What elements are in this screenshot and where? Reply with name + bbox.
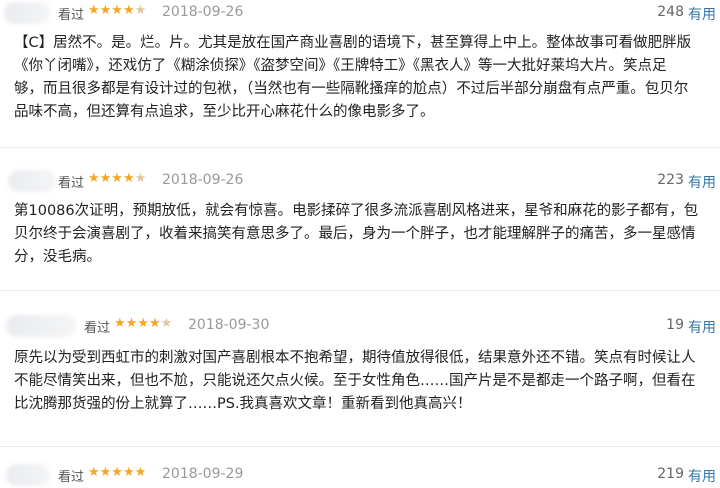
rating-stars: ★★★★★ [88, 465, 147, 480]
seen-label: 看过 [58, 176, 85, 191]
review-date: 2018-09-26 [162, 4, 244, 20]
avatar [8, 170, 56, 192]
review-text: 第10086次证明，预期放低，就会有惊喜。电影揉碎了很多流派喜剧风格进来，星爷和… [14, 203, 699, 265]
seen-label: 看过 [84, 321, 111, 336]
useful-button[interactable]: 有用 [688, 317, 716, 337]
divider [0, 446, 720, 447]
useful-button[interactable]: 有用 [688, 172, 716, 192]
review-date: 2018-09-30 [188, 317, 270, 333]
review-header: 看过 ★★★★★ 2018-09-26 248 有用 [0, 0, 720, 26]
review-header: 看过 ★★★★★ 2018-09-30 19 有用 [0, 313, 720, 339]
useful-button[interactable]: 有用 [688, 466, 716, 486]
seen-label: 看过 [58, 8, 85, 23]
divider [0, 147, 720, 148]
avatar [6, 315, 76, 337]
avatar [4, 2, 50, 24]
divider [0, 290, 720, 291]
review-text: 【C】居然不。是。烂。片。尤其是放在国产商业喜剧的语境下，甚至算得上中上。整体故… [14, 35, 692, 120]
seen-label: 看过 [58, 470, 85, 485]
review-header: 看过 ★★★★★ 2018-09-29 219 有用 [0, 462, 720, 488]
review-text: 原先以为受到西虹市的刺激对国产喜剧根本不抱希望，期待值放得很低，结果意外还不错。… [14, 350, 696, 412]
rating-stars: ★★★★★ [88, 3, 147, 18]
review-header: 看过 ★★★★★ 2018-09-26 223 有用 [0, 168, 720, 194]
useful-count: 248 [657, 4, 684, 20]
useful-button[interactable]: 有用 [688, 4, 716, 24]
review-date: 2018-09-26 [162, 172, 244, 188]
rating-stars: ★★★★★ [88, 171, 147, 186]
rating-stars: ★★★★★ [114, 316, 173, 331]
avatar [6, 464, 50, 486]
useful-count: 223 [657, 172, 684, 188]
useful-count: 19 [666, 317, 684, 333]
